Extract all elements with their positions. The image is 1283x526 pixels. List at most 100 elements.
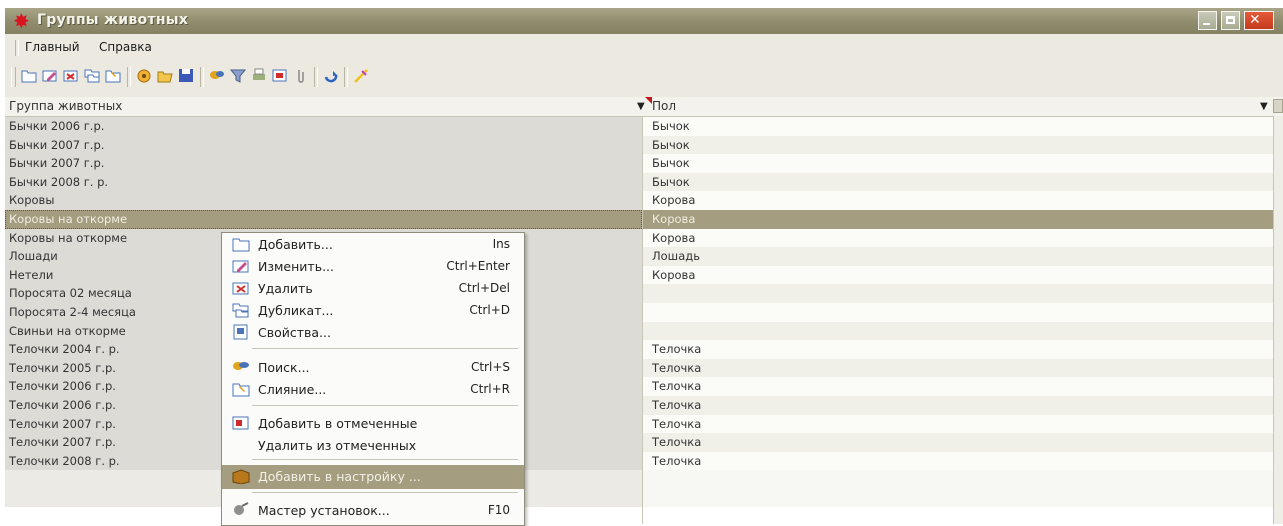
- menu-item-add-to-marked[interactable]: Добавить в отмеченные: [222, 412, 524, 436]
- column-chooser-button[interactable]: [1273, 99, 1283, 113]
- group-cell: Коровы на откорме: [9, 211, 128, 226]
- search-icon: [233, 362, 249, 370]
- menu-bar: Главный Справка: [5, 37, 1283, 59]
- empty-row: [5, 470, 1273, 489]
- group-cell: Нетели: [9, 267, 54, 282]
- menu-item-add[interactable]: Добавить... Ins: [222, 233, 524, 257]
- table-row[interactable]: Коровы на откорме Корова: [5, 228, 1273, 248]
- group-cell: Поросята 02 месяца: [9, 286, 132, 301]
- table-row[interactable]: Телочки 2005 г.р. Телочка: [5, 358, 1273, 378]
- print-icon[interactable]: [251, 68, 267, 83]
- table-row[interactable]: Бычки 2007 г.р. Бычок: [5, 154, 1273, 173]
- table-row[interactable]: Телочки 2007 г.р. Телочка: [5, 414, 1273, 434]
- table-row[interactable]: Бычки 2008 г. р. Бычок: [5, 172, 1273, 192]
- sort-flag-icon: [645, 97, 652, 104]
- table-row[interactable]: Поросята 2-4 месяца: [5, 302, 1273, 322]
- toolbar-grip[interactable]: [11, 67, 16, 87]
- column-header-group[interactable]: Группа животных: [9, 99, 122, 113]
- vertical-scrollbar[interactable]: [1273, 116, 1283, 524]
- table-row[interactable]: Телочки 2006 г.р. Телочка: [5, 377, 1273, 396]
- properties-icon[interactable]: [136, 68, 152, 83]
- table-row[interactable]: Бычки 2007 г.р. Бычок: [5, 135, 1273, 155]
- search-icon[interactable]: [209, 68, 225, 83]
- group-cell: Бычки 2007 г.р.: [9, 156, 105, 171]
- menu-item-edit[interactable]: Изменить... Ctrl+Enter: [222, 255, 524, 279]
- menu-item-remove-from-marked[interactable]: Удалить из отмеченных: [222, 434, 524, 458]
- duplicate-icon[interactable]: [84, 68, 100, 83]
- menu-help[interactable]: Справка: [99, 40, 152, 54]
- table-row[interactable]: Телочки 2008 г. р. Телочка: [5, 451, 1273, 471]
- folder-new-icon[interactable]: [21, 68, 37, 83]
- menu-item-duplicate[interactable]: Дубликат... Ctrl+D: [222, 299, 524, 323]
- grid-body: Бычки 2006 г.р. Бычок Бычки 2007 г.р. Бычо…: [5, 117, 1273, 508]
- sex-cell: Телочка: [652, 435, 702, 450]
- menu-item-label: Поиск...: [258, 360, 310, 375]
- table-row[interactable]: Нетели Корова: [5, 265, 1273, 285]
- sex-cell: Телочка: [652, 360, 702, 375]
- wizard-icon[interactable]: [353, 68, 369, 83]
- menu-item-search[interactable]: Поиск... Ctrl+S: [222, 356, 524, 380]
- menu-item-delete[interactable]: Удалить Ctrl+Del: [222, 277, 524, 301]
- animal-groups-grid: Группа животных ▼ Пол ▼ Бычки 2006 г.р. Б…: [5, 97, 1283, 524]
- table-row[interactable]: Лошади Лошадь: [5, 247, 1273, 266]
- table-row[interactable]: Поросята 02 месяца: [5, 284, 1273, 303]
- edit-icon[interactable]: [42, 68, 58, 83]
- app-window: ✸ Группы животных ✕ Главный Справка Груп…: [5, 8, 1283, 524]
- sex-cell: Корова: [652, 230, 696, 245]
- minimize-button[interactable]: [1198, 11, 1217, 30]
- menu-item-label: Удалить: [258, 281, 313, 296]
- menu-item-label: Слияние...: [258, 382, 327, 397]
- table-row[interactable]: Коровы Корова: [5, 191, 1273, 210]
- menu-item-merge[interactable]: Слияние... Ctrl+R: [222, 378, 524, 402]
- attach-icon[interactable]: [293, 68, 309, 83]
- sex-cell: Корова: [652, 193, 696, 208]
- mark-icon[interactable]: [272, 68, 288, 83]
- maximize-button[interactable]: [1221, 11, 1240, 30]
- group-cell: Телочки 2006 г.р.: [9, 379, 116, 394]
- edit-icon: [232, 260, 249, 273]
- table-row[interactable]: Телочки 2004 г. р. Телочка: [5, 340, 1273, 359]
- menu-main[interactable]: Главный: [25, 40, 80, 54]
- delete-icon[interactable]: [63, 68, 79, 83]
- group-cell: Телочки 2008 г. р.: [9, 453, 120, 468]
- group-cell: Бычки 2008 г. р.: [9, 174, 109, 189]
- menu-item-properties[interactable]: Свойства...: [222, 321, 524, 345]
- column-header-sex[interactable]: Пол: [652, 99, 676, 113]
- sex-cell: Телочка: [652, 379, 702, 394]
- filter-dropdown-icon[interactable]: ▼: [1260, 101, 1268, 112]
- table-row[interactable]: Свиньи на откорме: [5, 321, 1273, 341]
- menu-item-shortcut: Ctrl+S: [470, 360, 510, 374]
- filter-dropdown-icon[interactable]: ▼: [637, 101, 645, 112]
- close-icon: ✕: [1249, 12, 1261, 28]
- group-cell: Бычки 2007 г.р.: [9, 137, 105, 152]
- sex-cell: Телочка: [652, 397, 702, 412]
- title-bar[interactable]: ✸ Группы животных ✕: [5, 8, 1283, 34]
- menu-grip: [15, 40, 19, 56]
- table-row[interactable]: Телочки 2006 г.р. Телочка: [5, 395, 1273, 415]
- menu-item-add-to-settings[interactable]: Добавить в настройку ...: [222, 465, 524, 489]
- save-icon[interactable]: [178, 68, 194, 83]
- toolbar-separator: [344, 67, 348, 87]
- table-row[interactable]: Бычки 2006 г.р. Бычок: [5, 117, 1273, 136]
- merge-icon[interactable]: [105, 68, 121, 83]
- refresh-icon[interactable]: [323, 68, 339, 83]
- close-button[interactable]: ✕: [1244, 11, 1274, 30]
- menu-item-label: Добавить в отмеченные: [258, 416, 418, 431]
- empty-row: [5, 488, 1273, 508]
- sex-cell: Корова: [652, 211, 696, 226]
- wizard-icon: [234, 502, 249, 515]
- settings-add-icon: [232, 469, 250, 484]
- menu-item-label: Добавить в настройку ...: [258, 469, 421, 484]
- menu-item-setup-wizard[interactable]: Мастер установок... F10: [222, 499, 524, 523]
- open-icon[interactable]: [157, 68, 173, 83]
- sex-cell: Бычок: [652, 156, 690, 171]
- menu-separator: [252, 459, 518, 460]
- sex-cell: Бычок: [652, 137, 690, 152]
- filter-icon[interactable]: [230, 68, 246, 83]
- duplicate-icon: [232, 303, 249, 318]
- menu-item-label: Свойства...: [258, 325, 331, 340]
- menu-item-shortcut: F10: [487, 503, 510, 517]
- table-row[interactable]: Телочки 2007 г.р. Телочка: [5, 433, 1273, 452]
- menu-item-shortcut: Ctrl+Enter: [446, 259, 510, 273]
- table-row-selected[interactable]: Коровы на откорме Корова: [5, 209, 1273, 229]
